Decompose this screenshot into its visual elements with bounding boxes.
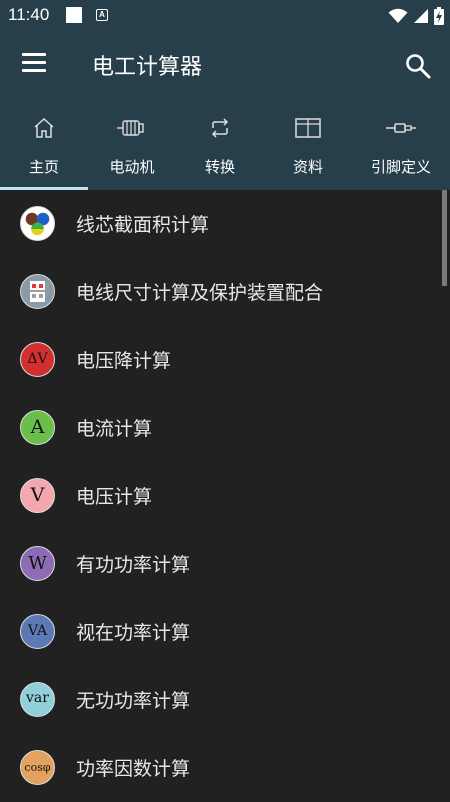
motor-icon	[117, 120, 144, 136]
plug-icon	[386, 123, 416, 133]
tab-pinout[interactable]: 引脚定义	[352, 100, 450, 190]
tab-data[interactable]: 资料	[264, 100, 352, 190]
wire-cores-icon	[20, 206, 55, 241]
list-scrollbar[interactable]	[442, 190, 447, 286]
signal-icon	[414, 9, 428, 23]
list-item-label: 无功功率计算	[76, 690, 191, 712]
voltage-drop-glyph: ΔV	[27, 351, 48, 367]
list-item-voltage[interactable]: V 电压计算	[0, 462, 442, 530]
voltage-icon: V	[20, 478, 55, 513]
list-item-reactive-power[interactable]: var 无功功率计算	[0, 666, 442, 734]
search-icon[interactable]	[404, 52, 432, 80]
tab-motor[interactable]: 电动机	[88, 100, 176, 190]
list-item-label: 电流计算	[76, 418, 153, 440]
list-item-label: 电压计算	[76, 486, 153, 508]
active-power-glyph: W	[28, 553, 47, 574]
list-item-label: 电压降计算	[76, 350, 172, 372]
status-bar: 11:40 A	[0, 0, 450, 32]
apparent-power-icon: VA	[20, 614, 55, 649]
list-item-label: 视在功率计算	[76, 622, 191, 644]
power-factor-glyph: cosφ	[24, 761, 51, 774]
tab-motor-label: 电动机	[109, 158, 155, 176]
active-power-icon: W	[20, 546, 55, 581]
list-item-wire-section[interactable]: 线芯截面积计算	[0, 190, 442, 258]
list-item-voltage-drop[interactable]: ΔV 电压降计算	[0, 326, 442, 394]
repeat-icon	[211, 118, 229, 138]
hamburger-menu-line	[22, 61, 46, 64]
status-icons	[388, 6, 444, 26]
list-item-wire-size-protection[interactable]: 电线尺寸计算及保护装置配合	[0, 258, 442, 326]
breaker-icon	[20, 274, 55, 309]
tab-data-label: 资料	[292, 158, 323, 176]
list-item-current[interactable]: A 电流计算	[0, 394, 442, 462]
breaker-graphic	[30, 281, 45, 302]
tab-home-label: 主页	[28, 158, 59, 176]
a-box-icon: A	[96, 9, 108, 21]
voltage-drop-icon: ΔV	[20, 342, 55, 377]
current-icon: A	[20, 410, 55, 445]
list-item-active-power[interactable]: W 有功功率计算	[0, 530, 442, 598]
list-item-apparent-power[interactable]: VA 视在功率计算	[0, 598, 442, 666]
tab-bar: 主页 电动机 转换 资料 引脚定义	[0, 100, 450, 190]
notification-square-icon	[66, 7, 82, 23]
reactive-power-glyph: var	[26, 690, 49, 706]
reactive-power-icon: var	[20, 682, 55, 717]
app-title: 电工计算器	[92, 55, 203, 80]
wifi-icon	[388, 8, 408, 23]
home-icon	[34, 117, 54, 138]
tab-convert-label: 转换	[204, 158, 235, 176]
list-item-label: 线芯截面积计算	[76, 214, 210, 236]
power-factor-icon: cosφ	[20, 750, 55, 785]
battery-charging-icon	[434, 7, 444, 25]
calculator-list: 线芯截面积计算 电线尺寸计算及保护装置配合 ΔV 电压降计算 A 电流计算 V …	[0, 190, 450, 800]
app-bar: 电工计算器	[0, 32, 450, 100]
voltage-glyph: V	[30, 484, 45, 506]
status-time: 11:40	[8, 5, 50, 24]
tab-convert[interactable]: 转换	[176, 100, 264, 190]
tab-pinout-label: 引脚定义	[370, 158, 431, 176]
apparent-power-glyph: VA	[27, 623, 48, 639]
menu-button[interactable]	[22, 53, 48, 77]
list-item-label: 有功功率计算	[76, 554, 191, 576]
list-item-label: 功率因数计算	[76, 758, 191, 780]
hamburger-menu-line	[22, 69, 46, 72]
wire-cores-graphic	[25, 212, 50, 236]
list-item-power-factor[interactable]: cosφ 功率因数计算	[0, 734, 442, 802]
current-glyph: A	[30, 416, 45, 438]
list-item-label: 电线尺寸计算及保护装置配合	[76, 282, 324, 304]
tab-home[interactable]: 主页	[0, 100, 88, 190]
table-icon	[295, 118, 321, 138]
hamburger-menu-icon	[22, 53, 46, 56]
